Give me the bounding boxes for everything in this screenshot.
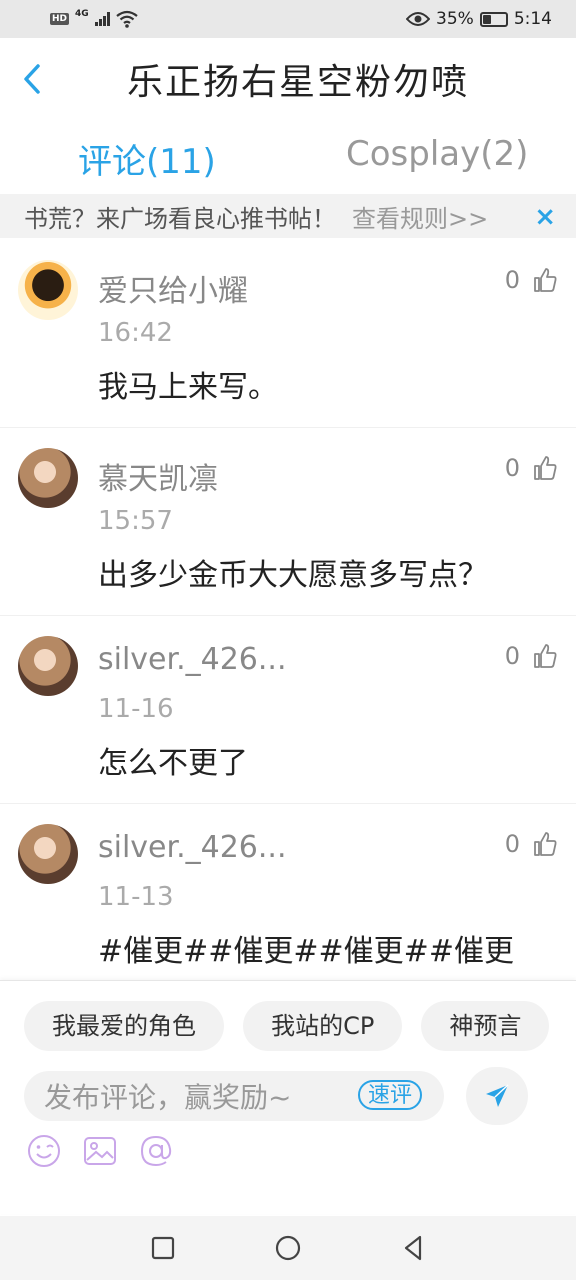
- thumbs-up-icon: [534, 456, 557, 480]
- image-icon[interactable]: [82, 1133, 118, 1169]
- comment-text: 出多少金币大大愿意多写点？: [98, 558, 488, 593]
- close-icon[interactable]: ×: [534, 202, 556, 232]
- comment-composer: 我最爱的角色 我站的CP 神预言 发布评论，赢奖励~ 速评: [0, 980, 576, 1214]
- comment-item[interactable]: silver._426... 11-13 #催更##催更##催更##催更 0: [0, 804, 576, 992]
- signal-icon: [94, 12, 110, 26]
- comment-item[interactable]: 爱只给小耀 16:42 我马上来写。 0: [0, 240, 576, 428]
- topic-chips: 我最爱的角色 我站的CP 神预言: [24, 1001, 576, 1051]
- avatar[interactable]: [18, 824, 78, 884]
- recent-apps-icon[interactable]: [148, 1233, 178, 1263]
- send-button[interactable]: [466, 1067, 528, 1125]
- tab-bar: 评论(11) Cosplay(2): [0, 122, 576, 192]
- emoji-icon[interactable]: [26, 1133, 62, 1169]
- comment-item[interactable]: silver._426... 11-16 怎么不更了 0: [0, 616, 576, 804]
- thumbs-up-icon: [534, 832, 557, 856]
- chip-favorite-character[interactable]: 我最爱的角色: [24, 1001, 224, 1051]
- thumbs-up-icon: [534, 644, 557, 668]
- like-button[interactable]: 0: [505, 642, 558, 670]
- chip-prediction[interactable]: 神预言: [421, 1001, 550, 1051]
- comment-input-placeholder: 发布评论，赢奖励~: [44, 1081, 292, 1114]
- comments-screen: HD 4G 35% 5:14 乐正扬右星空粉勿喷 评论(11) Cosplay(…: [0, 0, 576, 1280]
- network-type: 4G: [75, 9, 89, 19]
- composer-tools: [26, 1133, 174, 1169]
- eye-icon: [406, 12, 431, 26]
- battery-icon: [479, 11, 508, 27]
- comment-username[interactable]: 爱只给小耀: [98, 266, 248, 310]
- thumbs-up-icon: [534, 268, 557, 292]
- quick-comment-button[interactable]: 速评: [357, 1080, 422, 1110]
- comment-username[interactable]: 慕天凯凛: [98, 454, 218, 498]
- comment-input[interactable]: 发布评论，赢奖励~ 速评: [24, 1071, 444, 1121]
- avatar[interactable]: [18, 260, 78, 320]
- home-icon[interactable]: [273, 1233, 303, 1263]
- notice-banner[interactable]: 书荒？来广场看良心推书帖！ 查看规则>> ×: [0, 194, 576, 238]
- chevron-left-icon[interactable]: [18, 62, 48, 96]
- comment-time: 11-13: [98, 882, 174, 912]
- top-bar: 乐正扬右星空粉勿喷: [0, 38, 576, 120]
- like-button[interactable]: 0: [505, 830, 558, 858]
- comment-username[interactable]: silver._426...: [98, 830, 287, 865]
- mention-icon[interactable]: [138, 1133, 174, 1169]
- status-bar: HD 4G 35% 5:14: [0, 0, 576, 38]
- view-rules-link[interactable]: 查看规则>>: [352, 199, 488, 234]
- comment-time: 15:57: [98, 506, 173, 536]
- like-count: 0: [504, 642, 520, 670]
- tab-cosplay[interactable]: Cosplay(2): [346, 134, 528, 174]
- comment-text: 我马上来写。: [98, 370, 278, 405]
- comment-time: 16:42: [98, 318, 173, 348]
- banner-text: 书荒？来广场看良心推书帖！: [24, 204, 336, 233]
- send-icon: [486, 1084, 509, 1107]
- page-title: 乐正扬右星空粉勿喷: [126, 62, 469, 103]
- system-nav-bar: [0, 1216, 576, 1280]
- avatar[interactable]: [18, 448, 78, 508]
- avatar[interactable]: [18, 636, 78, 696]
- like-count: 0: [504, 454, 520, 482]
- battery-percent: 35%: [436, 9, 474, 29]
- comment-item[interactable]: 慕天凯凛 15:57 出多少金币大大愿意多写点？ 0: [0, 428, 576, 616]
- like-count: 0: [504, 830, 520, 858]
- clock: 5:14: [513, 9, 552, 29]
- comment-time: 11-16: [98, 694, 174, 724]
- wifi-icon: [115, 10, 138, 28]
- comment-text: #催更##催更##催更##催更: [98, 934, 514, 969]
- hd-icon: HD: [50, 13, 70, 25]
- chip-my-cp[interactable]: 我站的CP: [243, 1001, 403, 1051]
- like-button[interactable]: 0: [505, 266, 558, 294]
- status-left: HD 4G: [50, 9, 138, 28]
- like-count: 0: [504, 266, 520, 294]
- back-triangle-icon[interactable]: [398, 1233, 428, 1263]
- comment-text: 怎么不更了: [98, 746, 248, 781]
- tab-comments[interactable]: 评论(11): [78, 134, 216, 183]
- comment-list: 爱只给小耀 16:42 我马上来写。 0 慕天凯凛 15:57 出多少金币大大愿…: [0, 240, 576, 992]
- status-right: 35% 5:14: [406, 9, 552, 29]
- like-button[interactable]: 0: [505, 454, 558, 482]
- comment-username[interactable]: silver._426...: [98, 642, 287, 677]
